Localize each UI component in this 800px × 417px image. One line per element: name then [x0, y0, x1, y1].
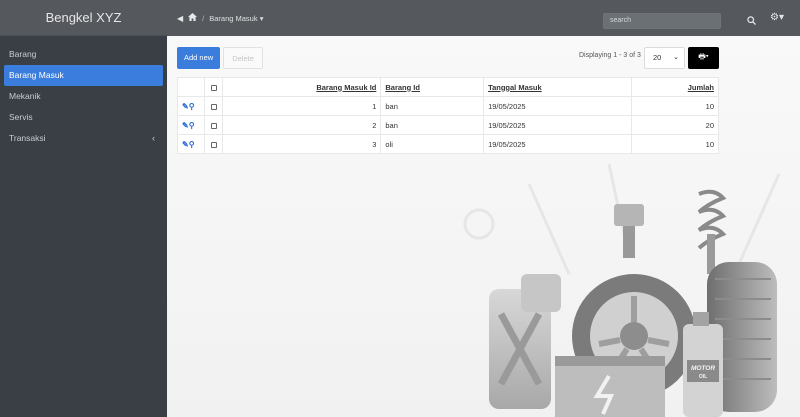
sidebar-item-label: Barang — [9, 49, 37, 59]
cell-id: 3 — [221, 134, 382, 154]
page-size-select[interactable]: 20 ⌄ — [644, 47, 685, 69]
breadcrumb: ◀ / Barang Masuk ▾ — [167, 13, 263, 23]
cell-tanggal: 19/05/2025 — [483, 115, 632, 135]
column-header-barang-id[interactable]: Barang Id — [380, 77, 485, 97]
oil-label-motor: MOTOR — [691, 365, 715, 372]
row-checkbox[interactable] — [204, 115, 223, 135]
toolbar: Add new Delete — [177, 47, 263, 69]
pencil-icon[interactable]: ✎ — [182, 140, 189, 149]
add-new-button[interactable]: Add new — [177, 47, 221, 69]
sidebar-item-label: Servis — [9, 112, 33, 122]
page-size-value: 20 — [653, 53, 662, 62]
magnifier-icon[interactable]: ⚲ — [189, 121, 195, 130]
sidebar: Bengkel XYZ Barang Barang Masuk Mekanik … — [0, 0, 167, 417]
oil-label-oil: OIL — [699, 374, 707, 380]
column-header-jumlah[interactable]: Jumlah — [630, 77, 719, 97]
sidebar-item-transaksi[interactable]: Transaksi ‹ — [0, 128, 167, 149]
chevron-down-icon: ⌄ — [673, 54, 679, 61]
column-header-tanggal-masuk[interactable]: Tanggal Masuk — [483, 77, 632, 97]
cell-barang-id: oli — [380, 134, 485, 154]
row-actions: ✎⚲ — [176, 96, 206, 116]
row-actions: ✎⚲ — [176, 134, 206, 154]
actions-header — [176, 77, 206, 97]
cell-jumlah: 10 — [630, 134, 719, 154]
gear-icon[interactable]: ⚙▾ — [770, 12, 784, 23]
cell-barang-id: ban — [380, 96, 485, 116]
sidebar-item-barang-masuk[interactable]: Barang Masuk — [4, 65, 163, 86]
auto-parts-illustration: MOTOR OIL — [463, 164, 781, 417]
print-icon: 🖶▾ — [698, 52, 709, 61]
display-count: Displaying 1 - 3 of 3 — [579, 52, 641, 59]
data-table: Barang Masuk Id Barang Id Tanggal Masuk … — [176, 77, 719, 154]
table-row: ✎⚲ 1 ban 19/05/2025 10 — [176, 96, 719, 116]
cell-barang-id: ban — [380, 115, 485, 135]
search-icon[interactable] — [744, 13, 758, 27]
sidebar-item-label: Barang Masuk — [9, 70, 64, 80]
select-all-checkbox[interactable] — [204, 77, 223, 97]
sidebar-menu: Barang Barang Masuk Mekanik Servis Trans… — [0, 36, 167, 149]
cell-tanggal: 19/05/2025 — [483, 96, 632, 116]
search-input[interactable]: search — [603, 13, 721, 29]
pencil-icon[interactable]: ✎ — [182, 121, 189, 130]
caret-left-icon[interactable]: ◀ — [177, 14, 183, 23]
cell-jumlah: 10 — [630, 96, 719, 116]
sidebar-item-servis[interactable]: Servis — [0, 107, 167, 128]
home-icon[interactable] — [188, 13, 198, 23]
sidebar-item-label: Transaksi — [9, 133, 46, 143]
main-content: MOTOR OIL Add new Delete Displaying 1 - … — [167, 36, 800, 417]
table-row: ✎⚲ 2 ban 19/05/2025 20 — [176, 115, 719, 135]
magnifier-icon[interactable]: ⚲ — [189, 102, 195, 111]
cell-id: 1 — [221, 96, 382, 116]
delete-button[interactable]: Delete — [223, 47, 263, 69]
table-header-row: Barang Masuk Id Barang Id Tanggal Masuk … — [176, 77, 719, 97]
sidebar-item-label: Mekanik — [9, 91, 41, 101]
print-button[interactable]: 🖶▾ — [688, 47, 719, 69]
magnifier-icon[interactable]: ⚲ — [189, 140, 195, 149]
breadcrumb-current[interactable]: Barang Masuk ▾ — [209, 14, 263, 23]
cell-tanggal: 19/05/2025 — [483, 134, 632, 154]
row-checkbox[interactable] — [204, 96, 223, 116]
cell-jumlah: 20 — [630, 115, 719, 135]
table-row: ✎⚲ 3 oli 19/05/2025 10 — [176, 134, 719, 154]
top-bar: ◀ / Barang Masuk ▾ search ⚙▾ — [167, 0, 800, 36]
breadcrumb-separator: / — [202, 13, 205, 23]
row-actions: ✎⚲ — [176, 115, 206, 135]
pencil-icon[interactable]: ✎ — [182, 102, 189, 111]
sidebar-item-barang[interactable]: Barang — [0, 44, 167, 65]
chevron-left-icon: ‹ — [152, 133, 155, 143]
brand-title[interactable]: Bengkel XYZ — [0, 0, 167, 36]
cell-id: 2 — [221, 115, 382, 135]
sidebar-item-mekanik[interactable]: Mekanik — [0, 86, 167, 107]
row-checkbox[interactable] — [204, 134, 223, 154]
column-header-barang-masuk-id[interactable]: Barang Masuk Id — [221, 77, 382, 97]
